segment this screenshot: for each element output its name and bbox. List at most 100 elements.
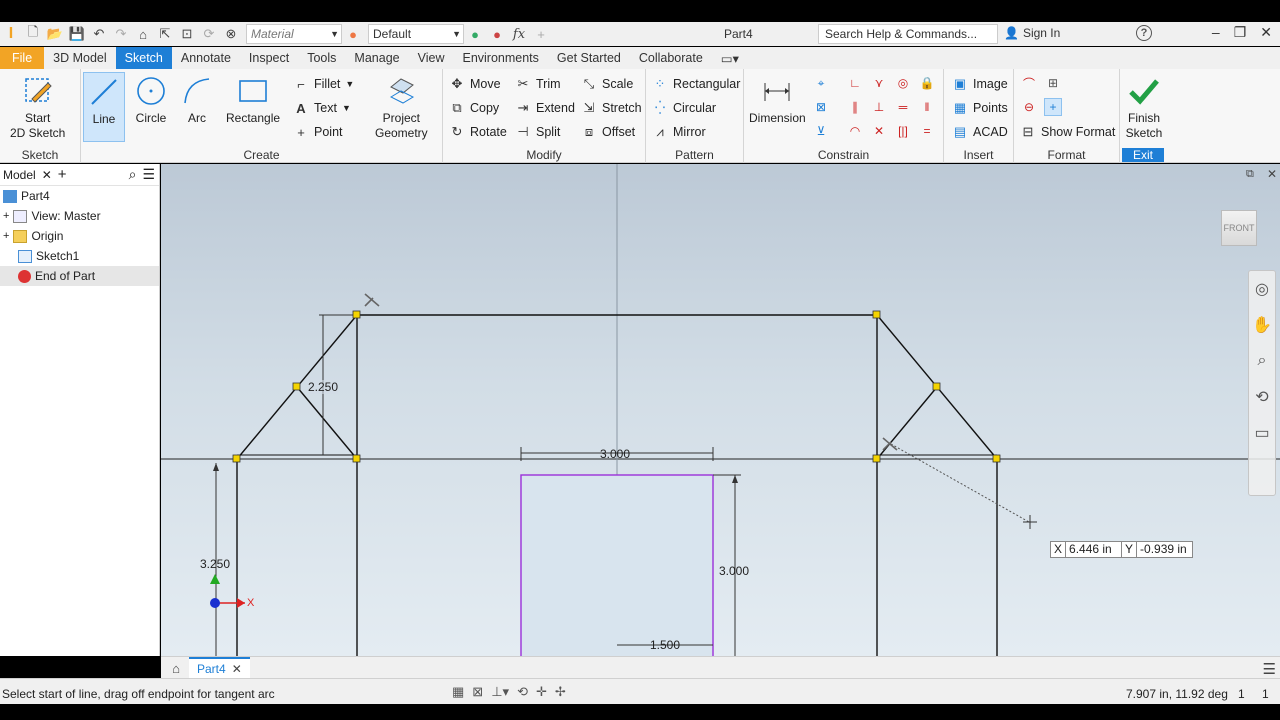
rectangular-pattern-button[interactable]: ⁘ Rectangular xyxy=(652,74,741,94)
graphics-canvas[interactable]: 2.250 3.000 3.000 3.250 1.500 X xyxy=(161,164,1280,656)
points-button[interactable]: ▦ Points xyxy=(952,98,1008,118)
panel-label-constrain[interactable]: Constrain xyxy=(744,148,943,162)
sign-in-button[interactable]: 👤 Sign In xyxy=(1004,26,1060,40)
tangent-icon[interactable]: ◠ xyxy=(846,122,864,140)
perpendicular-icon[interactable]: ⊥ xyxy=(870,98,888,116)
dimension-text[interactable]: 1.500 xyxy=(650,638,680,652)
tab-menu-icon[interactable]: ☰ xyxy=(1263,660,1276,678)
close-icon[interactable]: ✕ xyxy=(232,662,242,676)
horizontal-icon[interactable]: ═ xyxy=(894,98,912,116)
fx-icon[interactable]: fx xyxy=(508,24,530,44)
clear-appearance-icon[interactable]: ⊗ xyxy=(220,24,242,44)
symmetric-icon[interactable]: [|] xyxy=(894,122,912,140)
tab-view[interactable]: View xyxy=(409,47,454,69)
dof-icon[interactable]: ⊥▾ xyxy=(491,684,509,700)
app-logo-icon[interactable]: I xyxy=(0,24,22,44)
material-dropdown[interactable]: Material ▼ xyxy=(246,24,342,44)
constraint-settings-icon[interactable]: ⊻ xyxy=(812,122,830,140)
open-icon[interactable]: 📂 xyxy=(44,24,66,44)
update-icon[interactable]: ⟳ xyxy=(198,24,220,44)
fix-icon[interactable]: 🔒 xyxy=(918,74,936,92)
new-icon[interactable]: 🗋 xyxy=(22,24,44,44)
clear-icon[interactable]: ● xyxy=(486,24,508,44)
offset-button[interactable]: ⧈ Offset xyxy=(581,122,635,142)
search-input[interactable]: Search Help & Commands... xyxy=(818,24,998,44)
tree-item-origin[interactable]: + Origin xyxy=(0,226,159,246)
tab-3d-model[interactable]: 3D Model xyxy=(44,47,116,69)
tab-collaborate[interactable]: Collaborate xyxy=(630,47,712,69)
tab-tools[interactable]: Tools xyxy=(298,47,345,69)
circular-pattern-button[interactable]: ⁛ Circular xyxy=(652,98,716,118)
close-icon[interactable]: ✕ xyxy=(1260,24,1272,41)
tab-file[interactable]: File xyxy=(0,47,45,69)
panel-label-format[interactable]: Format xyxy=(1014,148,1119,162)
ribbon-options-icon[interactable]: ▭▾ xyxy=(712,47,748,69)
home-icon[interactable]: ⌂ xyxy=(167,659,185,677)
tab-sketch[interactable]: Sketch xyxy=(115,47,172,69)
expand-icon[interactable]: + xyxy=(3,230,9,242)
tree-item-end-of-part[interactable]: End of Part xyxy=(0,266,159,286)
help-icon[interactable]: ? xyxy=(1136,25,1152,41)
arc-button[interactable]: Arc xyxy=(181,75,213,126)
adjust-icon[interactable]: ● xyxy=(464,24,486,44)
dimension-text[interactable]: 3.000 xyxy=(600,447,630,461)
grid-icon[interactable]: ▦ xyxy=(452,684,464,700)
project-geometry-button[interactable]: Project Geometry xyxy=(375,75,428,141)
tab-inspect[interactable]: Inspect xyxy=(240,47,298,69)
pan-icon[interactable]: ✋ xyxy=(1249,307,1275,343)
maximize-view-icon[interactable]: ⧉ xyxy=(1246,168,1254,181)
show-constraints-icon[interactable]: ⊠ xyxy=(812,98,830,116)
acad-button[interactable]: ▤ ACAD xyxy=(952,122,1008,142)
zoom-icon[interactable]: ⌕ xyxy=(1249,343,1275,379)
viewcube[interactable]: FRONT xyxy=(1221,210,1257,246)
finish-sketch-button[interactable]: Finish Sketch xyxy=(1122,75,1166,141)
tab-environments[interactable]: Environments xyxy=(453,47,547,69)
plus-icon[interactable]: + xyxy=(530,24,552,44)
x-input[interactable]: 6.446 in xyxy=(1066,541,1123,558)
close-icon[interactable]: ✕ xyxy=(42,168,52,182)
constraint-icon[interactable]: ⊠ xyxy=(472,684,483,700)
center-point-icon[interactable]: + xyxy=(1044,98,1062,116)
origin-icon[interactable]: ✛ xyxy=(536,684,547,700)
expand-icon[interactable]: + xyxy=(3,210,9,222)
minimize-icon[interactable]: – xyxy=(1212,24,1220,41)
undo-icon[interactable]: ↶ xyxy=(88,24,110,44)
image-button[interactable]: ▣ Image xyxy=(952,74,1008,94)
dimension-text[interactable]: 3.250 xyxy=(200,557,230,571)
tree-item-view[interactable]: + View: Master xyxy=(0,206,159,226)
save-icon[interactable]: 💾 xyxy=(66,24,88,44)
equal-icon[interactable]: = xyxy=(918,122,936,140)
driven-dimension-icon[interactable]: ⊞ xyxy=(1044,74,1062,92)
move-button[interactable]: ✥ Move xyxy=(449,74,501,94)
browser-tab-model[interactable]: Model xyxy=(3,168,36,182)
fillet-button[interactable]: ⌐ Fillet ▼ xyxy=(293,74,354,94)
auto-dimension-icon[interactable]: ⌖ xyxy=(812,74,830,92)
cross-icon[interactable]: ✢ xyxy=(555,684,566,700)
trim-button[interactable]: ✂ Trim xyxy=(515,74,561,94)
coincident-icon[interactable]: ∟ xyxy=(846,74,864,92)
appearance-dropdown[interactable]: Default ▼ xyxy=(368,24,464,44)
dimension-button[interactable]: Dimension xyxy=(749,75,806,126)
close-view-icon[interactable]: ✕ xyxy=(1267,167,1277,181)
line-button[interactable]: Line xyxy=(83,72,125,142)
dimension-text[interactable]: 3.000 xyxy=(719,564,749,578)
concentric-icon[interactable]: ◎ xyxy=(894,74,912,92)
appearance-color-icon[interactable]: ● xyxy=(342,24,364,44)
rotate-button[interactable]: ↻ Rotate xyxy=(449,122,507,142)
mirror-button[interactable]: ⩘ Mirror xyxy=(652,122,705,142)
search-icon[interactable]: ⌕ xyxy=(129,166,137,183)
tab-get-started[interactable]: Get Started xyxy=(548,47,630,69)
add-tab-icon[interactable]: + xyxy=(58,166,67,183)
rectangle-button[interactable]: Rectangle xyxy=(226,75,280,126)
tab-annotate[interactable]: Annotate xyxy=(172,47,240,69)
scale-button[interactable]: ⤡ Scale xyxy=(581,74,633,94)
copy-button[interactable]: ⧉ Copy xyxy=(449,98,499,118)
y-input[interactable]: -0.939 in xyxy=(1137,541,1194,558)
tree-item-part[interactable]: Part4 xyxy=(0,186,159,206)
tab-manage[interactable]: Manage xyxy=(345,47,408,69)
measure-icon[interactable]: ⊡ xyxy=(176,24,198,44)
panel-label-create[interactable]: Create xyxy=(81,148,442,162)
construction-icon[interactable]: ⌒ xyxy=(1020,74,1038,92)
look-at-icon[interactable]: ▭ xyxy=(1249,415,1275,451)
text-button[interactable]: A Text ▼ xyxy=(293,98,351,118)
